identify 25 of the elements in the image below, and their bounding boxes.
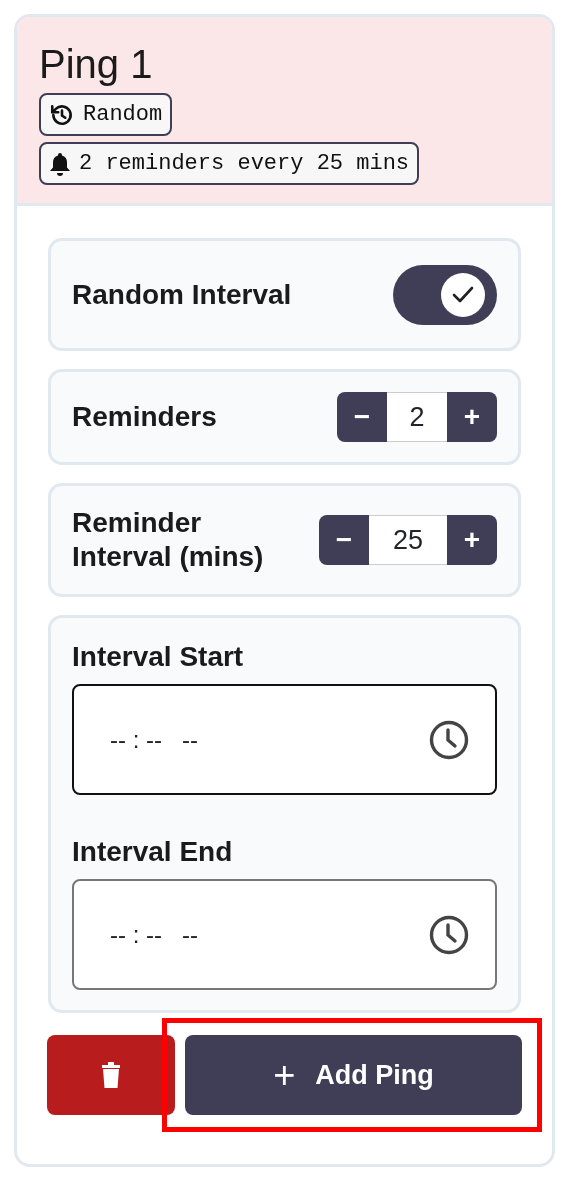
tag-text: Random (83, 101, 163, 129)
increment-button[interactable]: + (447, 515, 497, 565)
setting-label: Reminder Interval (mins) (72, 506, 265, 574)
setting-label: Random Interval (72, 277, 293, 312)
decrement-button[interactable]: − (319, 515, 369, 565)
trash-icon (100, 1061, 122, 1089)
increment-button[interactable]: + (447, 392, 497, 442)
decrement-button[interactable]: − (337, 392, 387, 442)
clock-icon (429, 914, 469, 955)
number-field[interactable]: 25 (369, 515, 447, 565)
field-label: Interval End (72, 835, 234, 869)
check-icon (451, 284, 475, 305)
number-field[interactable]: 2 (387, 392, 447, 442)
bell-icon (49, 151, 71, 176)
delete-button[interactable] (47, 1035, 175, 1115)
time-field[interactable]: -- : -- -- (72, 879, 497, 990)
time-field[interactable]: -- : -- -- (72, 684, 497, 795)
setting-label: Reminders (72, 400, 217, 434)
time-value: -- : -- -- (110, 724, 198, 755)
field-label: Interval Start (72, 640, 245, 674)
add-button[interactable]: + Add Ping (185, 1035, 522, 1115)
clock-icon (429, 719, 469, 760)
tag-text: 2 reminders every 25 mins (79, 150, 410, 178)
time-value: -- : -- -- (110, 919, 198, 950)
card-title: Ping 1 (39, 41, 153, 88)
